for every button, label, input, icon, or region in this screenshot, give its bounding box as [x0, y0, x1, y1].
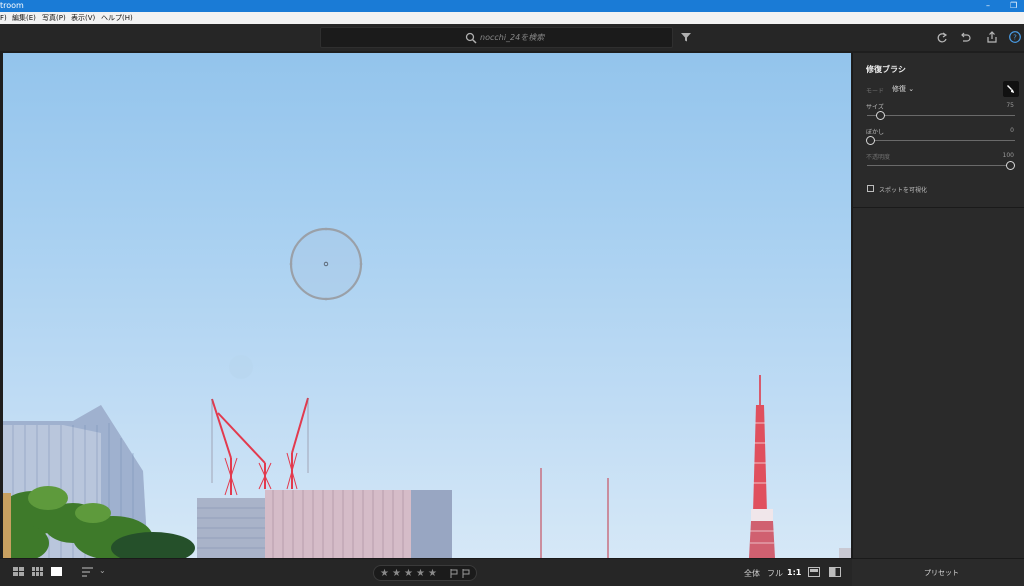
feather-value: 0 [1010, 127, 1014, 134]
top-toolbar: nocchi_24を検索 ? [0, 24, 1024, 51]
opacity-label: 不透明度 [866, 154, 891, 161]
window-title: troom [0, 1, 24, 10]
filter-icon[interactable] [680, 31, 692, 43]
chevron-down-icon: ⌄ [908, 85, 915, 93]
zoom-fill-button[interactable]: フル [767, 568, 783, 579]
share-icon[interactable] [986, 31, 998, 43]
redo-icon[interactable] [936, 31, 948, 43]
healing-brush-section: 修復ブラシ モード 修復 ⌄ サイズ 75 ぼかし 0 不透明度 100 スポッ… [853, 53, 1024, 208]
maximize-button[interactable]: ❐ [1010, 0, 1017, 12]
square-grid-icon[interactable] [13, 567, 24, 577]
feather-slider-track[interactable] [867, 140, 1015, 141]
zoom-1to1-button[interactable]: 1:1 [787, 568, 801, 577]
detail-view-icon[interactable] [51, 567, 62, 577]
search-placeholder: nocchi_24を検索 [480, 33, 545, 42]
sort-icon[interactable] [82, 567, 94, 577]
panel-title: 修復ブラシ [866, 65, 906, 74]
mode-value: 修復 [892, 85, 906, 93]
reject-flag-icon[interactable] [462, 569, 470, 578]
star-3[interactable]: ★ [404, 568, 413, 580]
star-2[interactable]: ★ [392, 568, 401, 580]
star-5[interactable]: ★ [428, 568, 437, 580]
undo-icon[interactable] [959, 31, 971, 43]
sort-chevron-icon[interactable]: ⌄ [99, 566, 106, 575]
brush-tool-button[interactable] [1003, 81, 1019, 97]
star-1[interactable]: ★ [380, 568, 389, 580]
menu-photo[interactable]: 写真(P) [42, 12, 66, 24]
photo-grid-icon[interactable] [32, 567, 43, 577]
edit-panel: 修復ブラシ モード 修復 ⌄ サイズ 75 ぼかし 0 不透明度 100 スポッ… [852, 53, 1024, 558]
lightroom-window: troom – ❐ F) 編集(E) 写真(P) 表示(V) ヘルプ(H) no… [0, 0, 1024, 586]
help-icon[interactable]: ? [1009, 31, 1021, 43]
before-after-icon[interactable] [808, 567, 820, 577]
size-slider-handle[interactable] [876, 111, 885, 120]
menu-help[interactable]: ヘルプ(H) [101, 12, 133, 24]
mode-label: モード [866, 88, 885, 95]
photo-canvas[interactable] [3, 53, 851, 558]
opacity-slider-track[interactable] [867, 165, 1015, 166]
minimize-button[interactable]: – [986, 0, 990, 12]
menu-edit[interactable]: 編集(E) [12, 12, 36, 24]
compare-split-icon[interactable] [829, 567, 841, 577]
size-slider-track[interactable] [867, 115, 1015, 116]
presets-label: プリセット [924, 569, 959, 577]
bottom-toolbar: ⌄ ★ ★ ★ ★ ★ 全体 フル 1:1 プリセット [0, 558, 1024, 586]
size-label: サイズ [866, 104, 884, 111]
opacity-value: 100 [1002, 152, 1014, 159]
photo-scene [3, 227, 851, 558]
visualize-spots-checkbox[interactable] [867, 185, 874, 192]
feather-label: ぼかし [866, 129, 885, 136]
mode-dropdown[interactable]: 修復 ⌄ [892, 84, 914, 94]
brush-icon [1007, 85, 1014, 93]
opacity-slider-handle[interactable] [1006, 161, 1015, 170]
menu-bar: F) 編集(E) 写真(P) 表示(V) ヘルプ(H) [0, 12, 1024, 24]
size-value: 75 [1006, 102, 1014, 109]
zoom-fit-button[interactable]: 全体 [744, 568, 760, 579]
search-icon [465, 32, 477, 44]
search-input[interactable]: nocchi_24を検索 [320, 27, 673, 48]
pick-flag-icon[interactable] [450, 569, 458, 578]
presets-button[interactable]: プリセット [852, 559, 1024, 586]
rating-flag-group: ★ ★ ★ ★ ★ [373, 565, 477, 581]
title-bar: troom – ❐ [0, 0, 1024, 12]
visualize-spots-label: スポットを可視化 [879, 187, 928, 194]
feather-slider-handle[interactable] [866, 136, 875, 145]
star-4[interactable]: ★ [416, 568, 425, 580]
svg-text:?: ? [1013, 34, 1017, 42]
menu-file[interactable]: F) [0, 12, 7, 24]
menu-view[interactable]: 表示(V) [71, 12, 95, 24]
